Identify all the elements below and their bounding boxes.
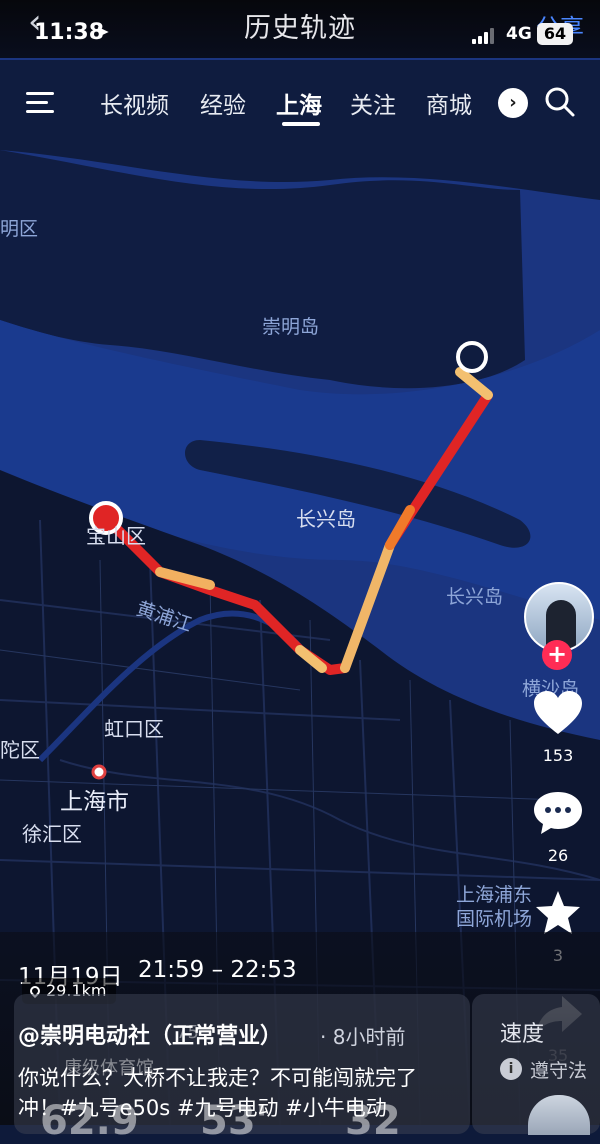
caption-line-2[interactable]: 冲！#九号e50s #九号电动 #小牛电动 <box>18 1092 387 1122</box>
map-label-changxing-island-right: 长兴岛 <box>446 586 504 608</box>
favorite-star-icon[interactable] <box>530 888 586 938</box>
follow-plus-icon[interactable]: + <box>542 640 572 670</box>
map-label-putuo: 陀区 <box>0 738 40 762</box>
menu-icon[interactable] <box>26 90 54 114</box>
comment-icon[interactable] <box>530 788 586 838</box>
map-label-changxing-island-center: 长兴岛 <box>296 507 356 531</box>
cellular-signal-icon <box>472 28 498 44</box>
map-label-baoshan: 宝山区 <box>86 524 146 548</box>
status-time: 11:38 <box>34 20 105 45</box>
map-label-shanghai-city: 上海市 <box>60 789 129 815</box>
speed-title: 速度 <box>500 1022 545 1047</box>
tab-shanghai[interactable]: 上海 <box>276 86 322 120</box>
comment-count: 26 <box>547 846 569 865</box>
like-heart-icon[interactable] <box>530 688 586 738</box>
tab-long-video[interactable]: 长视频 <box>100 86 169 120</box>
posted-time: · 8小时前 <box>320 1025 406 1049</box>
more-tabs-icon[interactable]: › <box>498 88 528 118</box>
active-tab-indicator <box>282 122 320 126</box>
map-label-pudong-airport-2: 国际机场 <box>456 908 533 930</box>
map-label-pudong-airport-1: 上海浦东 <box>456 884 533 906</box>
tab-experience[interactable]: 经验 <box>200 86 246 120</box>
map-label-chongming-island: 崇明岛 <box>262 316 320 338</box>
location-arrow-icon: ➤ <box>96 22 110 41</box>
tab-following[interactable]: 关注 <box>350 86 396 120</box>
caption-line-1: 你说什么？大桥不让我走？不可能闯就完了 <box>18 1066 417 1090</box>
map-label-hongkou: 虹口区 <box>104 717 164 741</box>
like-count: 153 <box>542 746 574 765</box>
author-name[interactable]: @崇明电动社（正常营业） <box>18 1018 282 1050</box>
tab-mall[interactable]: 商城 <box>426 86 472 120</box>
top-nav: 长视频 经验 上海 关注 商城 › <box>0 78 600 128</box>
search-icon[interactable] <box>544 86 576 118</box>
rule-text: 遵守法 <box>530 1060 588 1082</box>
ride-time-range: 21:59 – 22:53 <box>138 957 297 983</box>
map-label-xuhui: 徐汇区 <box>22 822 82 846</box>
network-type: 4G <box>506 24 532 44</box>
info-icon[interactable]: i <box>500 1058 522 1080</box>
map-label-mingqu: 明区 <box>0 218 39 240</box>
battery-level: 64 <box>537 23 573 45</box>
